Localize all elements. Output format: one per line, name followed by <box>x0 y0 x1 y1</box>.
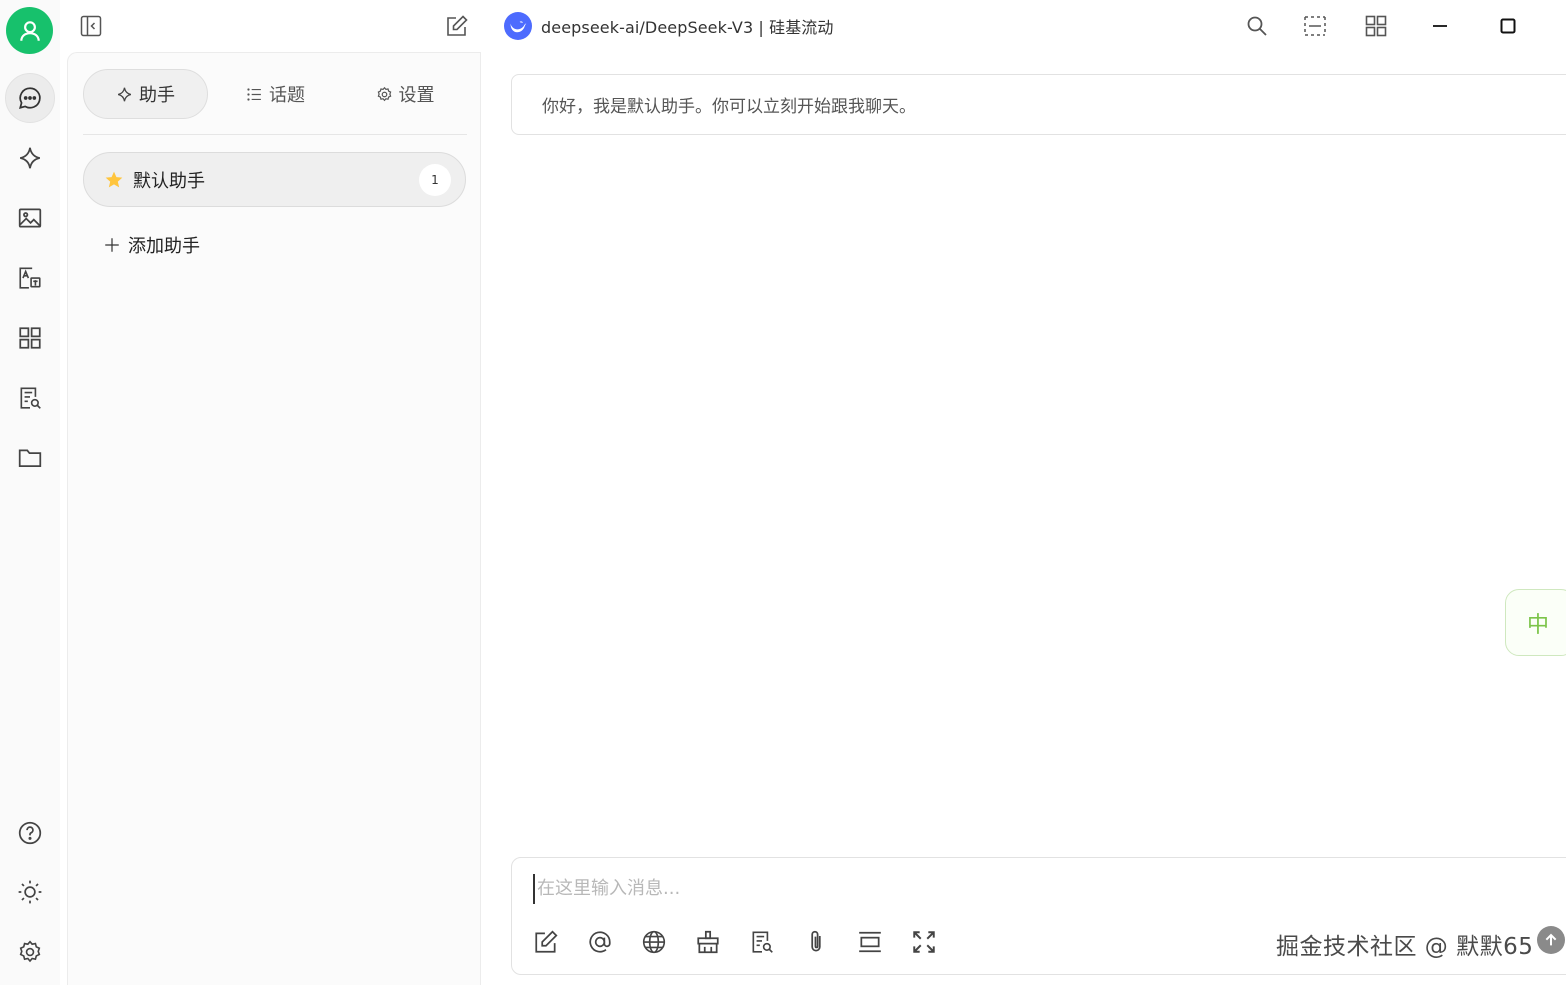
tab-assistants[interactable]: 助手 <box>83 69 208 119</box>
icon-rail <box>0 0 60 985</box>
attachment-button[interactable] <box>800 926 832 958</box>
ime-toggle-button[interactable]: 中 <box>1505 589 1566 656</box>
document-search-icon <box>20 387 41 409</box>
rail-chat-button[interactable] <box>5 73 55 123</box>
divider-icon <box>859 931 881 953</box>
plus-icon <box>105 238 119 252</box>
knowledge-button[interactable] <box>746 926 778 958</box>
layout-icon <box>1304 16 1326 36</box>
clear-icon <box>697 930 719 954</box>
settings-icon <box>19 940 41 963</box>
mention-button[interactable] <box>584 926 616 958</box>
expand-button[interactable] <box>908 926 940 958</box>
tab-settings[interactable]: 设置 <box>343 69 467 119</box>
avatar[interactable] <box>6 7 53 54</box>
theme-icon <box>18 880 42 904</box>
send-button[interactable] <box>1537 926 1565 954</box>
image-icon <box>18 208 42 228</box>
rail-files-button[interactable] <box>5 433 55 483</box>
search-icon <box>1247 16 1267 36</box>
minimize-button[interactable] <box>1422 8 1458 44</box>
user-icon <box>19 20 40 41</box>
attachment-icon <box>811 930 821 952</box>
watermark: 掘金技术社区 @ 默默65 <box>1276 934 1534 960</box>
deepseek-logo-icon <box>504 12 532 40</box>
mention-icon <box>589 931 611 953</box>
sparkle-icon <box>117 87 132 101</box>
topic-count-badge: 1 <box>419 164 451 196</box>
tab-label: 设置 <box>398 85 435 106</box>
clear-button[interactable] <box>692 926 724 958</box>
gear-icon <box>377 86 391 101</box>
rail-translate-button[interactable] <box>5 253 55 303</box>
panel-tabs: 助手 话题 设置 <box>83 68 467 120</box>
translate-icon <box>19 267 41 289</box>
rail-apps-button[interactable] <box>5 313 55 363</box>
tab-label: 话题 <box>269 85 305 106</box>
maximize-icon <box>1500 18 1516 34</box>
title-bar: deepseek-ai/DeepSeek-V3 | 硅基流动 <box>60 0 1566 52</box>
layout-button[interactable] <box>1297 8 1333 44</box>
rail-theme-button[interactable] <box>5 867 55 917</box>
add-assistant-label: 添加助手 <box>128 236 200 257</box>
assistant-name: 默认助手 <box>133 170 205 192</box>
maximize-button[interactable] <box>1490 8 1526 44</box>
knowledge-icon <box>752 931 773 953</box>
assistant-item-default[interactable]: 默认助手 1 <box>83 152 466 207</box>
rail-image-button[interactable] <box>5 193 55 243</box>
new-chat-button[interactable] <box>439 8 475 44</box>
expand-icon <box>913 931 935 953</box>
arrow-up-icon <box>1545 933 1557 946</box>
rail-knowledge-button[interactable] <box>5 373 55 423</box>
new-topic-icon <box>535 930 558 953</box>
message-input[interactable] <box>533 874 1533 904</box>
grid-icon <box>1365 15 1387 37</box>
rail-settings-button[interactable] <box>5 927 55 977</box>
minimize-icon <box>1433 25 1447 27</box>
divider-button[interactable] <box>854 926 886 958</box>
list-icon <box>247 87 261 101</box>
rail-help-button[interactable] <box>5 808 55 858</box>
greeting-message: 你好，我是默认助手。你可以立刻开始跟我聊天。 <box>511 74 1566 135</box>
apps-icon <box>19 327 41 349</box>
sidebar-toggle-icon <box>80 15 102 37</box>
new-topic-button[interactable] <box>530 926 562 958</box>
web-search-icon <box>642 930 666 954</box>
folder-icon <box>18 449 42 467</box>
rail-agents-button[interactable] <box>5 133 55 183</box>
help-icon <box>18 821 42 845</box>
tab-topics[interactable]: 话题 <box>208 69 343 119</box>
model-selector[interactable]: deepseek-ai/DeepSeek-V3 | 硅基流动 <box>504 9 834 43</box>
app-window: deepseek-ai/DeepSeek-V3 | 硅基流动 助手 话题 设置 … <box>0 0 1566 985</box>
web-search-button[interactable] <box>638 926 670 958</box>
divider <box>83 134 467 135</box>
star-icon <box>105 171 123 187</box>
assistant-panel: 助手 话题 设置 默认助手 1 添加助手 <box>67 52 481 985</box>
sidebar-toggle-button[interactable] <box>73 8 109 44</box>
add-assistant-button[interactable]: 添加助手 <box>103 229 200 261</box>
sparkle-icon <box>20 147 40 169</box>
new-chat-icon <box>447 15 468 36</box>
search-button[interactable] <box>1239 8 1275 44</box>
tab-label: 助手 <box>139 85 175 106</box>
chat-icon <box>19 87 41 109</box>
grid-button[interactable] <box>1358 8 1394 44</box>
model-name: deepseek-ai/DeepSeek-V3 | 硅基流动 <box>541 18 834 37</box>
